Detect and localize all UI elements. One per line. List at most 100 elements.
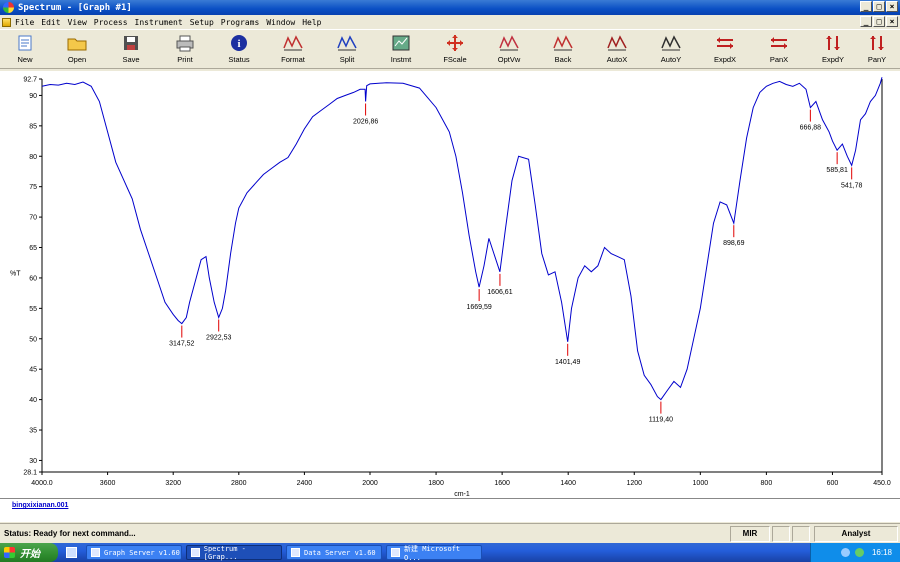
spectrum-plot[interactable]: 92.7 90 85 80 75 70 65 60 55 50 45 40 35 30 28.1 4000.0… xyxy=(0,71,900,498)
mdi-restore-button[interactable]: □ xyxy=(873,16,885,27)
menu-window[interactable]: Window xyxy=(266,18,295,27)
four-arrows-icon xyxy=(447,35,463,51)
y-tick-label: 35 xyxy=(29,428,37,435)
mdi-close-button[interactable]: × xyxy=(886,16,898,27)
toolbar-label: Save xyxy=(122,55,140,64)
main-toolbar: New Open Save Print i Status Format Split Instmt… xyxy=(0,29,900,69)
taskbar-item-spectrum[interactable]: Spectrum - [Grap... xyxy=(186,544,282,561)
y-tick-label: 40 xyxy=(29,397,37,404)
status-text: Status: Ready for next command... xyxy=(4,529,136,538)
toolbar-instmt-button[interactable]: Instmt xyxy=(376,32,426,68)
file-name-link[interactable]: bingxixianan.001 xyxy=(12,502,68,509)
toolbar-optvw-button[interactable]: OptVw xyxy=(484,32,534,68)
taskbar-item-label: Graph Server v1.60 xyxy=(104,548,180,557)
y-tick-label: 90 xyxy=(29,93,37,100)
toolbar-label: Status xyxy=(228,55,250,64)
toolbar-expdy-button[interactable]: ExpdY xyxy=(808,32,858,68)
instrument-icon xyxy=(392,35,410,51)
window-title-bar[interactable]: Spectrum - [Graph #1] _ □ × xyxy=(0,0,900,15)
x-tick-label: 600 xyxy=(827,480,839,487)
toolbar-label: Back xyxy=(554,55,572,64)
toolbar-open-button[interactable]: Open xyxy=(52,32,102,68)
show-desktop-icon[interactable] xyxy=(66,547,77,558)
peak-label: 1401,49 xyxy=(555,359,580,366)
mdi-minimize-button[interactable]: _ xyxy=(860,16,872,27)
expand-y-icon xyxy=(826,36,840,50)
y-tick-label: 70 xyxy=(29,215,37,222)
taskbar-item-word-doc[interactable]: 新建 Microsoft O... xyxy=(386,545,482,562)
y-tick-label: 85 xyxy=(29,123,37,130)
toolbar-back-button[interactable]: Back xyxy=(538,32,588,68)
minimize-button[interactable]: _ xyxy=(860,1,872,12)
window-icon xyxy=(291,548,300,557)
toolbar-label: Open xyxy=(67,55,87,64)
windows-flag-icon xyxy=(4,547,15,558)
toolbar-print-button[interactable]: Print xyxy=(160,32,210,68)
toolbar-fscale-button[interactable]: FScale xyxy=(430,32,480,68)
file-bar: bingxixianan.001 xyxy=(0,498,900,522)
toolbar-save-button[interactable]: Save xyxy=(106,32,156,68)
peak-label: 2026,86 xyxy=(353,119,378,126)
tray-security-icon[interactable] xyxy=(855,548,864,557)
peak-label: 1606,61 xyxy=(487,289,512,296)
taskbar-item-label: Spectrum - [Grap... xyxy=(203,544,246,561)
menu-edit[interactable]: Edit xyxy=(41,18,60,27)
expand-x-icon xyxy=(717,37,733,49)
toolbar-label: ExpdY xyxy=(821,55,845,64)
info-icon: i xyxy=(231,35,247,51)
tray-network-icon[interactable] xyxy=(841,548,850,557)
spectrum-chart[interactable]: 92.7 90 85 80 75 70 65 60 55 50 45 40 35 30 28.1 4000.0… xyxy=(0,71,900,499)
y-tick-label: 65 xyxy=(29,245,37,252)
close-button[interactable]: × xyxy=(886,1,898,12)
x-axis-title: cm-1 xyxy=(454,491,470,498)
status-user-panel: Analyst xyxy=(814,526,898,542)
maximize-button[interactable]: □ xyxy=(873,1,885,12)
peak-label: 585,81 xyxy=(826,167,848,174)
menu-setup[interactable]: Setup xyxy=(190,18,214,27)
toolbar-label: AutoX xyxy=(606,55,628,64)
taskbar-item-data-server[interactable]: Data Server v1.60 xyxy=(286,545,382,560)
menu-instrument[interactable]: Instrument xyxy=(135,18,183,27)
toolbar-autox-button[interactable]: AutoX xyxy=(592,32,642,68)
y-tick-label: 80 xyxy=(29,154,37,161)
toolbar-panx-button[interactable]: PanX xyxy=(754,32,804,68)
peak-label: 2922,53 xyxy=(206,334,231,341)
y-tick-label: 92.7 xyxy=(23,77,37,84)
taskbar-item-graph-server[interactable]: Graph Server v1.60 xyxy=(86,545,182,560)
peak-label: 3147,52 xyxy=(169,341,194,348)
x-tick-label: 3200 xyxy=(165,480,181,487)
y-tick-label: 50 xyxy=(29,336,37,343)
toolbar-split-button[interactable]: Split xyxy=(322,32,372,68)
toolbar-format-button[interactable]: Format xyxy=(268,32,318,68)
toolbar-label: PanY xyxy=(867,55,887,64)
x-tick-label: 1600 xyxy=(494,480,510,487)
auto-y-icon xyxy=(661,35,681,51)
svg-text:i: i xyxy=(237,38,240,50)
menu-file[interactable]: File xyxy=(15,18,34,27)
toolbar-label: PanX xyxy=(769,55,789,64)
toolbar-label: Format xyxy=(281,55,305,64)
floppy-disk-icon xyxy=(124,36,138,50)
x-tick-label: 3600 xyxy=(100,480,116,487)
graph-document-icon[interactable] xyxy=(2,17,11,27)
toolbar-status-button[interactable]: i Status xyxy=(214,32,264,68)
menu-view[interactable]: View xyxy=(68,18,87,27)
window-icon xyxy=(91,548,100,557)
y-tick-label: 60 xyxy=(29,275,37,282)
peak-label: 666,88 xyxy=(800,125,822,132)
tray-clock: 16:18 xyxy=(871,548,892,557)
toolbar-label: Print xyxy=(177,55,193,64)
menu-programs[interactable]: Programs xyxy=(221,18,260,27)
y-tick-label: 55 xyxy=(29,306,37,313)
toolbar-new-button[interactable]: New xyxy=(0,32,50,68)
format-axes-icon xyxy=(283,35,303,51)
toolbar-label: AutoY xyxy=(660,55,682,64)
x-tick-label: 450.0 xyxy=(873,480,891,487)
toolbar-expdx-button[interactable]: ExpdX xyxy=(700,32,750,68)
back-graph-icon xyxy=(553,35,573,51)
toolbar-pany-button[interactable]: PanY xyxy=(852,32,900,68)
menu-help[interactable]: Help xyxy=(302,18,321,27)
start-button[interactable]: 开始 xyxy=(0,543,58,562)
menu-process[interactable]: Process xyxy=(94,18,128,27)
toolbar-autoy-button[interactable]: AutoY xyxy=(646,32,696,68)
